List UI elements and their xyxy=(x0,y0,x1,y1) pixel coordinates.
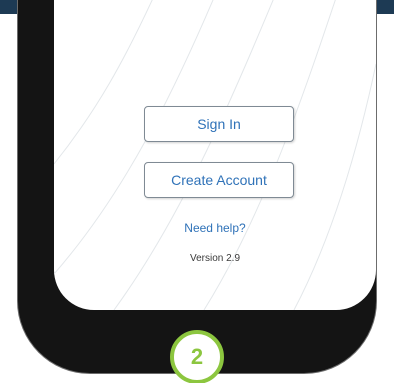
sign-in-button[interactable]: Sign In xyxy=(144,106,294,142)
need-help-link[interactable]: Need help? xyxy=(54,221,376,235)
phone-screen: Sign In Create Account Need help? Versio… xyxy=(54,0,376,310)
screenshot-stage: Sign In Create Account Need help? Versio… xyxy=(0,0,394,383)
phone-frame: Sign In Create Account Need help? Versio… xyxy=(18,0,376,373)
step-number-badge: 2 xyxy=(170,330,224,383)
create-account-button[interactable]: Create Account xyxy=(144,162,294,198)
version-label: Version 2.9 xyxy=(189,253,241,264)
